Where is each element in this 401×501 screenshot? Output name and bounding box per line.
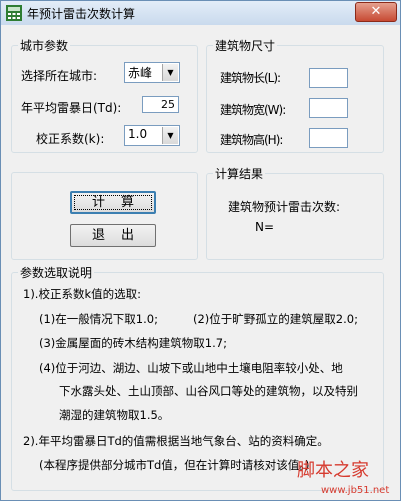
city-label: 选择所在城市: bbox=[21, 69, 98, 83]
close-icon: ✕ bbox=[370, 4, 382, 19]
exit-button-label: 退出 bbox=[91, 228, 150, 243]
length-input[interactable] bbox=[309, 68, 348, 88]
note-line: 下水露头处、土山顶部、山谷风口等处的建筑物，以及特别 bbox=[59, 384, 358, 398]
city-select[interactable]: 赤峰 ▼ bbox=[124, 62, 180, 83]
td-input[interactable]: 25 bbox=[142, 96, 179, 113]
building-size-legend: 建筑物尺寸 bbox=[215, 39, 276, 53]
td-label: 年平均雷暴日(Td): bbox=[21, 101, 122, 115]
k-select-value: 1.0 bbox=[128, 127, 148, 141]
city-params-legend: 城市参数 bbox=[20, 39, 69, 53]
close-button[interactable]: ✕ bbox=[355, 2, 397, 22]
window-title: 年预计雷击次数计算 bbox=[27, 7, 136, 21]
width-input[interactable] bbox=[309, 98, 348, 118]
width-label: 建筑物宽(W): bbox=[220, 103, 286, 117]
note-line: (3)金属屋面的砖木结构建筑物取1.7; bbox=[39, 336, 227, 350]
note-line: (本程序提供部分城市Td值，但在计算时请核对该值。) bbox=[39, 458, 310, 472]
height-input[interactable] bbox=[309, 128, 348, 148]
note-line: 1).校正系数k值的选取: bbox=[23, 287, 141, 301]
length-label: 建筑物长(L): bbox=[220, 71, 281, 85]
watermark-url: www.jb51.net bbox=[321, 485, 390, 496]
chevron-down-icon: ▼ bbox=[162, 64, 178, 81]
calculate-button[interactable]: 计算 bbox=[70, 191, 156, 214]
result-n-label: N= bbox=[255, 220, 275, 234]
note-line: 潮湿的建筑物取1.5。 bbox=[59, 408, 170, 422]
note-line: (2)位于旷野孤立的建筑屋取2.0; bbox=[193, 312, 358, 326]
k-select[interactable]: 1.0 ▼ bbox=[124, 125, 180, 146]
title-bar[interactable]: 年预计雷击次数计算 ✕ bbox=[1, 1, 400, 25]
city-select-value: 赤峰 bbox=[128, 66, 153, 80]
notes-legend: 参数选取说明 bbox=[20, 266, 93, 280]
note-line: (4)位于河边、湖边、山坡下或山地中土壤电阻率较小处、地 bbox=[39, 361, 343, 375]
height-label: 建筑物高(H): bbox=[220, 133, 283, 147]
note-line: (1)在一般情况下取1.0; bbox=[39, 312, 158, 326]
note-line: 2).年平均雷暴日Td的值需根据当地气象台、站的资料确定。 bbox=[23, 434, 329, 448]
watermark-logo: 脚本之家 bbox=[297, 460, 369, 481]
result-heading: 建筑物预计雷击次数: bbox=[228, 200, 341, 214]
client-area: 城市参数 选择所在城市: 赤峰 ▼ 年平均雷暴日(Td): 25 校正系数(k)… bbox=[9, 27, 392, 493]
app-calculator-icon bbox=[6, 5, 22, 21]
chevron-down-icon: ▼ bbox=[162, 127, 178, 144]
k-label: 校正系数(k): bbox=[36, 132, 105, 146]
focus-rectangle bbox=[74, 195, 152, 210]
result-legend: 计算结果 bbox=[215, 167, 264, 181]
app-window: 年预计雷击次数计算 ✕ 城市参数 选择所在城市: 赤峰 ▼ 年平均雷暴日(Td)… bbox=[0, 0, 401, 501]
exit-button[interactable]: 退出 bbox=[70, 224, 156, 247]
